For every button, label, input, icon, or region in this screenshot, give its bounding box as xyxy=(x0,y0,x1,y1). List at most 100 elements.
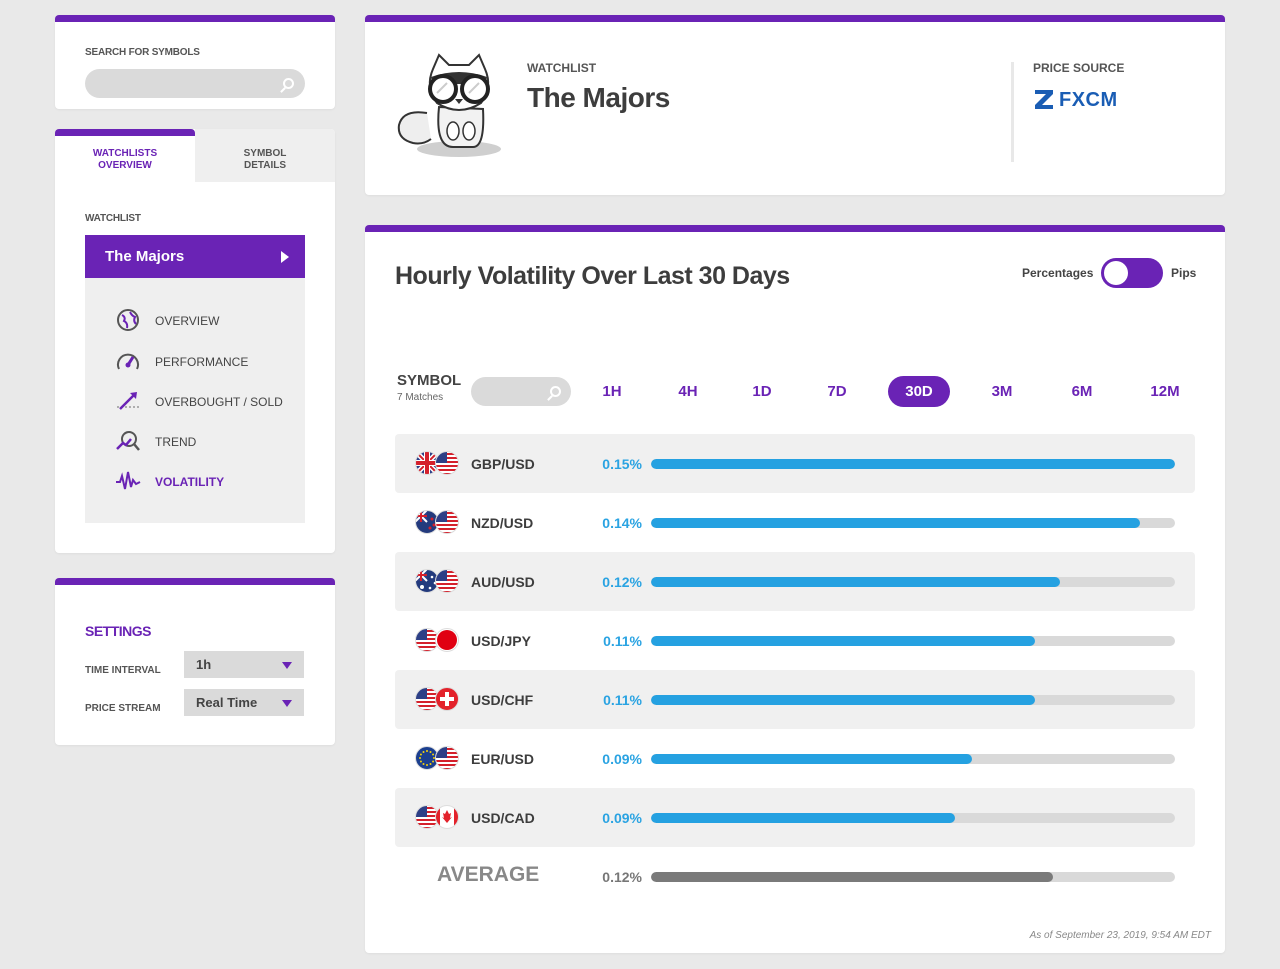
volatility-value: 0.14% xyxy=(602,515,642,531)
watchlist-nav-card: WATCHLISTS OVERVIEW SYMBOL DETAILS WATCH… xyxy=(55,129,335,553)
symbol-search-card: SEARCH FOR SYMBOLS xyxy=(55,15,335,109)
watchlist-dropdown[interactable]: The Majors xyxy=(85,235,305,278)
watchlist-label: WATCHLIST xyxy=(85,213,141,224)
table-row[interactable]: AUD/USD 0.12% xyxy=(395,552,1195,611)
tab-symbol-details[interactable]: SYMBOL DETAILS xyxy=(195,129,335,182)
tab-label-line1: SYMBOL xyxy=(243,148,287,159)
flag-ca-icon xyxy=(435,805,459,829)
range-4h-button[interactable]: 4H xyxy=(668,376,708,407)
tab-label-line2: DETAILS xyxy=(243,160,287,171)
currency-flags xyxy=(415,687,461,712)
as-of-timestamp: As of September 23, 2019, 9:54 AM EDT xyxy=(1029,930,1211,941)
flag-us-icon xyxy=(435,510,459,534)
volatility-bar-track xyxy=(651,518,1175,528)
nav-item-overview[interactable]: OVERVIEW xyxy=(115,308,295,332)
symbol-pair: USD/CHF xyxy=(471,692,534,708)
nav-item-label: OVERVIEW xyxy=(155,314,220,328)
volatility-value: 0.15% xyxy=(602,456,642,472)
volatility-bar xyxy=(651,459,1175,469)
currency-flags xyxy=(415,805,461,830)
currency-flags xyxy=(415,628,461,653)
average-label: AVERAGE xyxy=(437,863,540,886)
volatility-bar xyxy=(651,813,955,823)
range-6m-button[interactable]: 6M xyxy=(1062,376,1102,407)
watchlist-label: WATCHLIST xyxy=(527,61,597,75)
volatility-value: 0.12% xyxy=(602,574,642,590)
fxcm-logo: FXCM xyxy=(1033,88,1133,114)
nav-item-performance[interactable]: PERFORMANCE xyxy=(115,349,295,373)
flag-us-icon xyxy=(435,569,459,593)
tab-watchlists-overview[interactable]: WATCHLISTS OVERVIEW xyxy=(55,129,195,182)
chart-title: Hourly Volatility Over Last 30 Days xyxy=(395,262,790,290)
volatility-bar xyxy=(651,754,972,764)
toggle-knob xyxy=(1104,261,1128,285)
nav-item-volatility[interactable]: VOLATILITY xyxy=(115,469,295,493)
range-30d-button[interactable]: 30D xyxy=(888,376,950,407)
header-divider xyxy=(1011,62,1014,162)
symbol-pair: AUD/USD xyxy=(471,574,535,590)
flag-us-icon xyxy=(435,746,459,770)
time-interval-select[interactable]: 1h xyxy=(184,651,304,678)
symbol-pair: USD/JPY xyxy=(471,633,531,649)
symbol-column-label: SYMBOL xyxy=(397,372,462,389)
volatility-value: 0.09% xyxy=(602,751,642,767)
currency-flags xyxy=(415,510,461,535)
matches-count: 7 Matches xyxy=(397,392,444,403)
symbol-pair: EUR/USD xyxy=(471,751,535,767)
symbol-pair: GBP/USD xyxy=(471,456,535,472)
search-icon[interactable] xyxy=(283,78,294,89)
flag-jp-icon xyxy=(435,628,459,652)
unit-toggle[interactable] xyxy=(1101,258,1163,288)
price-stream-select[interactable]: Real Time xyxy=(184,689,304,716)
time-interval-label: TIME INTERVAL xyxy=(85,665,161,676)
volatility-bar-track xyxy=(651,695,1175,705)
caret-down-icon xyxy=(282,700,292,707)
average-value: 0.12% xyxy=(602,869,642,885)
table-row[interactable]: USD/CAD 0.09% xyxy=(395,788,1195,847)
volatility-bar-track xyxy=(651,459,1175,469)
range-7d-button[interactable]: 7D xyxy=(817,376,857,407)
volatility-value: 0.11% xyxy=(603,633,642,649)
volatility-bar xyxy=(651,636,1035,646)
table-row[interactable]: USD/CHF 0.11% xyxy=(395,670,1195,729)
range-1d-button[interactable]: 1D xyxy=(742,376,782,407)
volatility-value: 0.11% xyxy=(603,692,642,708)
nav-item-label: PERFORMANCE xyxy=(155,355,249,369)
range-3m-button[interactable]: 3M xyxy=(982,376,1022,407)
nav-item-label: VOLATILITY xyxy=(155,475,225,489)
fxcm-mark-icon xyxy=(1035,90,1053,109)
nav-item-trend[interactable]: TREND xyxy=(115,429,295,453)
search-label: SEARCH FOR SYMBOLS xyxy=(85,47,200,58)
symbol-search-input[interactable] xyxy=(85,69,305,98)
nav-item-label: TREND xyxy=(155,435,197,449)
tab-label-line2: OVERVIEW xyxy=(98,160,152,171)
globe-icon xyxy=(117,309,139,331)
play-arrow-icon xyxy=(281,251,289,263)
average-bar xyxy=(651,872,1053,882)
toggle-label-percentages[interactable]: Percentages xyxy=(1022,266,1093,280)
table-row[interactable]: NZD/USD 0.14% xyxy=(395,493,1195,552)
volatility-bar-track xyxy=(651,813,1175,823)
raccoon-mascot-icon xyxy=(397,53,501,157)
speedometer-icon xyxy=(117,353,139,370)
flag-ch-icon xyxy=(435,687,459,711)
table-row[interactable]: GBP/USD 0.15% xyxy=(395,434,1195,493)
settings-title: SETTINGS xyxy=(85,623,152,639)
average-row: AVERAGE 0.12% xyxy=(395,847,1195,906)
time-interval-value: 1h xyxy=(196,657,212,672)
range-12m-button[interactable]: 12M xyxy=(1143,376,1187,407)
search-icon[interactable] xyxy=(550,386,561,397)
volatility-value: 0.09% xyxy=(602,810,642,826)
range-1h-button[interactable]: 1H xyxy=(592,376,632,407)
table-row[interactable]: EUR/USD 0.09% xyxy=(395,729,1195,788)
nav-item-overbought-sold[interactable]: OVERBOUGHT / SOLD xyxy=(115,389,295,413)
volatility-bar xyxy=(651,577,1060,587)
symbol-pair: USD/CAD xyxy=(471,810,535,826)
toggle-label-pips[interactable]: Pips xyxy=(1171,266,1196,280)
symbol-pair: NZD/USD xyxy=(471,515,534,531)
volatility-bar-track xyxy=(651,754,1175,764)
average-bar-track xyxy=(651,872,1175,882)
watchlist-header-card: WATCHLIST The Majors PRICE SOURCE FXCM xyxy=(365,15,1225,195)
table-row[interactable]: USD/JPY 0.11% xyxy=(395,611,1195,670)
watchlist-value: The Majors xyxy=(105,248,185,265)
